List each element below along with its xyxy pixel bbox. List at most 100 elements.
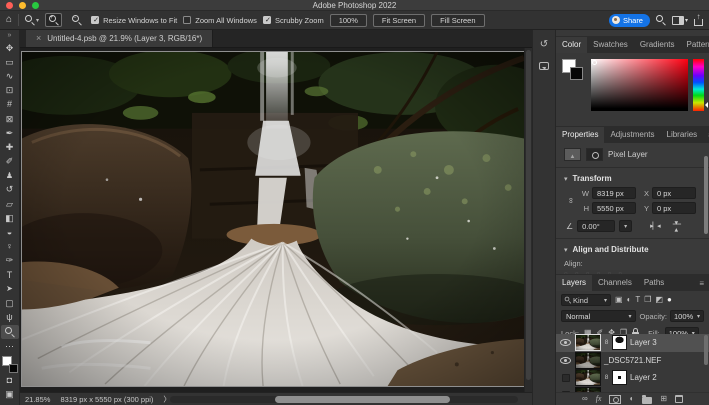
waterfall-photo[interactable]	[22, 52, 524, 386]
shape-tool[interactable]: ▢	[1, 296, 19, 310]
x-field[interactable]: 0 px	[652, 187, 696, 199]
foreground-background-swatches[interactable]	[2, 356, 18, 373]
layer-row[interactable]: 8 Layer 3	[556, 334, 709, 352]
blend-mode-dropdown[interactable]: Normal ▾	[561, 310, 636, 322]
tab-channels[interactable]: Channels	[592, 275, 638, 291]
filter-pin-icon[interactable]: ●	[667, 296, 672, 304]
visibility-eye-icon[interactable]	[560, 357, 571, 364]
lasso-tool[interactable]: ∿	[1, 69, 19, 83]
path-selection-tool[interactable]: ➤	[1, 282, 19, 296]
panel-menu-icon[interactable]: ≡	[694, 279, 709, 291]
search-icon[interactable]	[656, 15, 666, 25]
tab-layers[interactable]: Layers	[556, 275, 592, 291]
adjustment-layer-icon[interactable]: ◐	[629, 395, 634, 403]
zoom-in-button[interactable]: +	[45, 13, 62, 27]
y-field[interactable]: 0 px	[652, 202, 696, 214]
status-zoom-level[interactable]: 21.85%	[25, 395, 50, 404]
document-tab[interactable]: × Untitled-4.psb @ 21.9% (Layer 3, RGB/1…	[26, 30, 213, 47]
share-button[interactable]: Share	[609, 14, 650, 27]
new-group-icon[interactable]	[642, 397, 652, 404]
layer-mask-thumbnail[interactable]	[613, 336, 626, 349]
tab-color[interactable]: Color	[556, 37, 587, 53]
rotation-field[interactable]: 0.00°	[577, 220, 615, 232]
hue-slider[interactable]	[693, 59, 704, 111]
flip-vertical-button[interactable]: ▸▏◂	[672, 221, 680, 230]
opacity-dropdown[interactable]: 100% ▾	[670, 310, 704, 322]
vertical-scrollbar-thumb[interactable]	[526, 50, 531, 380]
add-mask-icon[interactable]	[609, 395, 621, 404]
layer-thumbnail[interactable]	[576, 370, 600, 385]
tab-libraries[interactable]: Libraries	[661, 127, 704, 143]
zoom-all-windows-checkbox-row[interactable]: Zoom All Windows	[183, 16, 257, 25]
export-icon[interactable]	[694, 19, 703, 26]
workspace-switcher[interactable]: ▾	[672, 16, 688, 25]
scrubby-zoom-checkbox-row[interactable]: Scrubby Zoom	[263, 16, 324, 25]
marquee-tool[interactable]: ▭	[1, 55, 19, 69]
resize-windows-checkbox-row[interactable]: Resize Windows to Fit	[91, 16, 177, 25]
visibility-eye-icon[interactable]	[560, 339, 571, 346]
comments-panel-icon[interactable]	[539, 62, 549, 70]
fill-screen-button[interactable]: Fill Screen	[431, 14, 484, 27]
properties-scrollbar-thumb[interactable]	[704, 156, 708, 234]
link-dimensions-toggle[interactable]: ∞	[564, 196, 578, 205]
object-selection-tool[interactable]: ⊡	[1, 84, 19, 98]
zoom-tool[interactable]	[1, 325, 19, 339]
layer-thumbnail[interactable]	[576, 335, 600, 350]
close-tab-icon[interactable]: ×	[36, 34, 41, 43]
clone-stamp-tool[interactable]: ♟	[1, 169, 19, 183]
filter-kind-dropdown[interactable]: Kind ▾	[561, 294, 611, 306]
width-field[interactable]: 8319 px	[592, 187, 636, 199]
layer-row[interactable]: _DSC5721.NEF	[556, 352, 709, 370]
rotation-dropdown[interactable]: ▾	[619, 220, 632, 232]
tab-properties[interactable]: Properties	[556, 127, 604, 143]
resize-windows-checkbox[interactable]	[91, 16, 99, 24]
scrubby-zoom-checkbox[interactable]	[263, 16, 271, 24]
layer-name[interactable]: _DSC5721.NEF	[604, 356, 661, 365]
fit-screen-button[interactable]: Fit Screen	[373, 14, 425, 27]
tab-paths[interactable]: Paths	[638, 275, 670, 291]
crop-tool[interactable]: #	[1, 98, 19, 112]
filter-adjustment-icon[interactable]: ◐	[627, 296, 632, 304]
history-panel-icon[interactable]: ↺	[540, 40, 548, 50]
quick-mask-button[interactable]: ◘	[1, 373, 19, 387]
visibility-toggle-empty[interactable]	[562, 374, 570, 382]
hand-tool[interactable]: ψ	[1, 311, 19, 325]
filter-group-icon[interactable]: ❐	[644, 296, 651, 304]
new-layer-icon[interactable]: ⊞	[660, 395, 667, 403]
screen-mode-button[interactable]: ▣	[1, 387, 19, 401]
height-field[interactable]: 5550 px	[592, 202, 636, 214]
move-tool[interactable]: ✥	[1, 41, 19, 55]
layer-row[interactable]: 8 Layer 2	[556, 369, 709, 387]
zoom-out-button[interactable]: −	[68, 13, 85, 27]
horizontal-scrollbar-thumb[interactable]	[275, 396, 450, 403]
home-icon[interactable]: ⌂	[6, 15, 12, 25]
tab-gradients[interactable]: Gradients	[634, 37, 681, 53]
canvas[interactable]	[20, 48, 532, 392]
toolbar-overflow-icon[interactable]: »	[8, 30, 12, 41]
layers-scrollbar-thumb[interactable]	[704, 335, 708, 365]
color-picker-marker[interactable]	[592, 60, 597, 65]
dodge-tool[interactable]: ♀	[1, 240, 19, 254]
panel-menu-icon[interactable]: ≡	[703, 131, 709, 143]
transform-section-header[interactable]: ▾ Transform	[556, 170, 709, 186]
history-brush-tool[interactable]: ↺	[1, 183, 19, 197]
tab-swatches[interactable]: Swatches	[587, 37, 634, 53]
zoom-100-button[interactable]: 100%	[330, 14, 367, 27]
layer-mask-thumbnail[interactable]	[613, 371, 626, 384]
filter-smart-object-icon[interactable]: ◩	[655, 296, 663, 304]
hue-slider-marker[interactable]	[702, 102, 708, 108]
eraser-tool[interactable]: ▱	[1, 197, 19, 211]
delete-layer-icon[interactable]	[675, 395, 683, 403]
layer-name[interactable]: Layer 3	[630, 338, 657, 347]
saturation-brightness-field[interactable]	[591, 59, 688, 111]
type-tool[interactable]: T	[1, 268, 19, 282]
zoom-tool-preset[interactable]: ▾	[25, 15, 39, 25]
brush-tool[interactable]: ✐	[1, 155, 19, 169]
edit-toolbar-button[interactable]: ⋯	[1, 339, 19, 353]
eyedropper-tool[interactable]: ✒	[1, 126, 19, 140]
gradient-tool[interactable]: ◧	[1, 211, 19, 225]
background-color[interactable]	[570, 67, 583, 80]
color-swatch-pair[interactable]	[562, 59, 586, 83]
blur-tool[interactable]: ◒	[1, 225, 19, 239]
tab-patterns[interactable]: Patterns	[681, 37, 709, 53]
